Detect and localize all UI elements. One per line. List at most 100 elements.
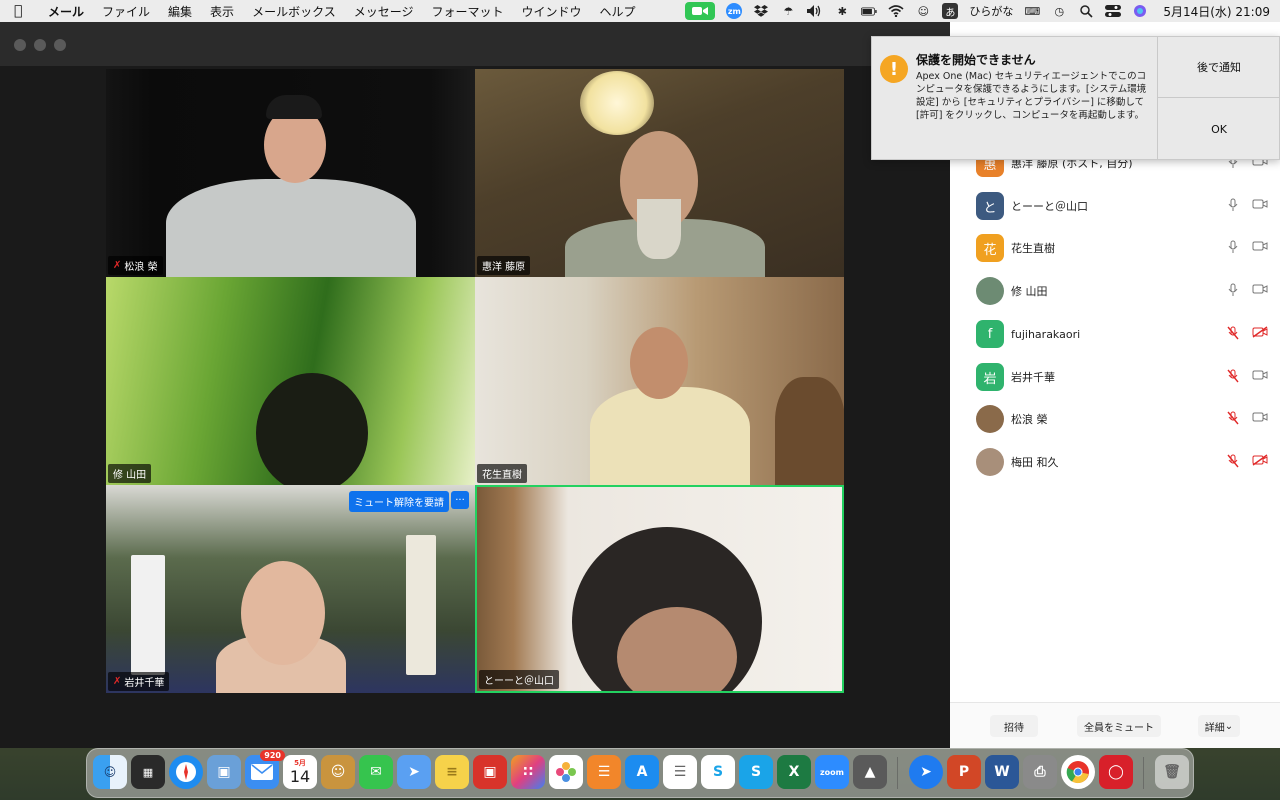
ask-to-unmute-button[interactable]: ミュート解除を要請 [349,491,449,512]
camera-icon[interactable] [1252,411,1268,428]
word-icon[interactable]: W [985,755,1019,789]
invite-button[interactable]: 招待 [990,715,1038,737]
participant-row[interactable]: ととーーと＠山口 [976,191,1268,221]
app-store-icon[interactable]: A [625,755,659,789]
finder-icon[interactable]: ☺ [93,755,127,789]
powerpoint-icon[interactable]: P [947,755,981,789]
menu-file[interactable]: ファイル [102,3,150,20]
participant-row[interactable]: 松浪 榮 [976,404,1268,434]
apex-one-icon[interactable]: ◯ [1099,755,1133,789]
participant-name: 岩井千華 [124,678,165,689]
more-options-button[interactable]: 詳細 ⌄ [1198,715,1240,737]
video-tile[interactable]: ✗ 松浪 榮 [106,69,475,277]
chrome-icon[interactable] [1061,755,1095,789]
weather-icon[interactable]: ☂ [780,4,796,18]
mute-all-button[interactable]: 全員をミュート [1077,715,1161,737]
user-account-icon[interactable]: ☺ [915,4,931,18]
preview-icon[interactable]: ▣ [207,755,241,789]
video-tile[interactable]: ミュート解除を要請 ··· ✗ 岩井千華 [106,485,475,693]
dock-separator [897,757,898,789]
mic-muted-icon[interactable] [1226,369,1240,386]
minimize-window-button[interactable] [34,39,46,51]
ok-button[interactable]: OK [1157,98,1280,160]
menu-message[interactable]: メッセージ [354,3,414,20]
skype-icon[interactable]: S [701,755,735,789]
camera-icon[interactable] [1252,198,1268,215]
participant-controls [1222,411,1268,428]
photo-booth-icon[interactable]: ▣ [473,755,507,789]
participant-row[interactable]: 梅田 和久 [976,447,1268,477]
mission-control-icon[interactable]: ▦ [131,755,165,789]
notification-title: 保護を開始できません [916,53,1036,67]
camera-off-icon[interactable] [1252,453,1268,471]
input-method-icon[interactable]: あ [942,3,959,19]
printer-icon[interactable]: ⎙ [1023,755,1057,789]
wifi-icon[interactable] [888,4,904,18]
google-drive-icon[interactable]: ▲ [853,755,887,789]
avatar [976,448,1004,476]
more-options-button[interactable]: ··· [451,491,469,509]
calendar-icon[interactable]: 5月 14 [283,755,317,789]
menu-help[interactable]: ヘルプ [600,3,636,20]
participant-row[interactable]: 修 山田 [976,276,1268,306]
wicker-chair [775,377,844,485]
mail-icon[interactable]: 920 [245,750,285,789]
participant-row[interactable]: 岩岩井千華 [976,362,1268,392]
contacts-icon[interactable]: ☺ [321,755,355,789]
mic-icon[interactable] [1226,198,1240,215]
books-icon[interactable]: ☰ [587,755,621,789]
search-icon[interactable] [1078,4,1094,18]
active-speaker-tile[interactable]: とーーと＠山口 [475,485,844,693]
notes-icon[interactable]: ≡ [435,755,469,789]
menu-app-name[interactable]: メール [48,3,84,20]
camera-off-icon[interactable] [1252,325,1268,343]
maps-icon[interactable]: ➤ [397,755,431,789]
chevron-down-icon: ⌄ [1224,720,1234,732]
zoom-status-icon[interactable]: zm [726,3,743,19]
bluetooth-icon[interactable]: ✱ [834,4,850,18]
video-tile[interactable]: 修 山田 [106,277,475,485]
battery-icon[interactable] [861,4,877,18]
input-method-label[interactable]: ひらがな [969,3,1013,19]
messages-icon[interactable]: ✉ [359,755,393,789]
camera-icon[interactable] [1252,240,1268,257]
trash-icon[interactable]: 🗑 [1155,755,1189,789]
mic-muted-icon[interactable] [1226,454,1240,471]
close-window-button[interactable] [14,39,26,51]
camera-icon[interactable] [1252,369,1268,386]
photos-icon[interactable] [549,755,583,789]
mic-icon[interactable] [1226,283,1240,300]
time-machine-icon[interactable]: ◷ [1051,4,1067,18]
participant-row[interactable]: 花花生直樹 [976,233,1268,263]
notify-later-button[interactable]: 後で通知 [1157,37,1280,98]
mic-icon[interactable] [1226,240,1240,257]
menu-mailbox[interactable]: メールボックス [252,3,336,20]
control-center-icon[interactable] [1105,4,1122,18]
excel-icon[interactable]: X [777,755,811,789]
volume-icon[interactable] [807,4,823,18]
apple-icon[interactable]:  [14,3,36,19]
menu-view[interactable]: 表示 [210,3,234,20]
menu-edit[interactable]: 編集 [168,3,192,20]
dropbox-icon[interactable] [753,4,769,18]
menu-format[interactable]: フォーマット [431,3,503,20]
skype-business-icon[interactable]: S [739,755,773,789]
mic-muted-icon[interactable] [1226,326,1240,343]
zoom-window-button[interactable] [54,39,66,51]
zoom-app-icon[interactable]: zoom [815,755,849,789]
siri-icon[interactable] [1132,4,1148,18]
video-tile[interactable]: 花生直樹 [475,277,844,485]
keyboard-icon[interactable]: ⌨ [1024,4,1040,18]
launchpad-icon[interactable]: ∷ [511,755,545,789]
video-tile[interactable]: 惠洋 藤原 [475,69,844,277]
camera-icon[interactable] [1252,283,1268,300]
menu-window[interactable]: ウインドウ [522,3,582,20]
facetime-video-icon[interactable] [685,2,716,20]
reminders-icon[interactable]: ☰ [663,755,697,789]
mic-muted-icon[interactable] [1226,411,1240,428]
safari-icon[interactable] [169,755,203,789]
participant-row[interactable]: f fujiharakaori [976,319,1268,349]
beard-shape [637,199,681,259]
menu-clock[interactable]: 5月14日(水) 21:09 [1163,3,1270,20]
messenger-icon[interactable]: ➤ [909,755,943,789]
